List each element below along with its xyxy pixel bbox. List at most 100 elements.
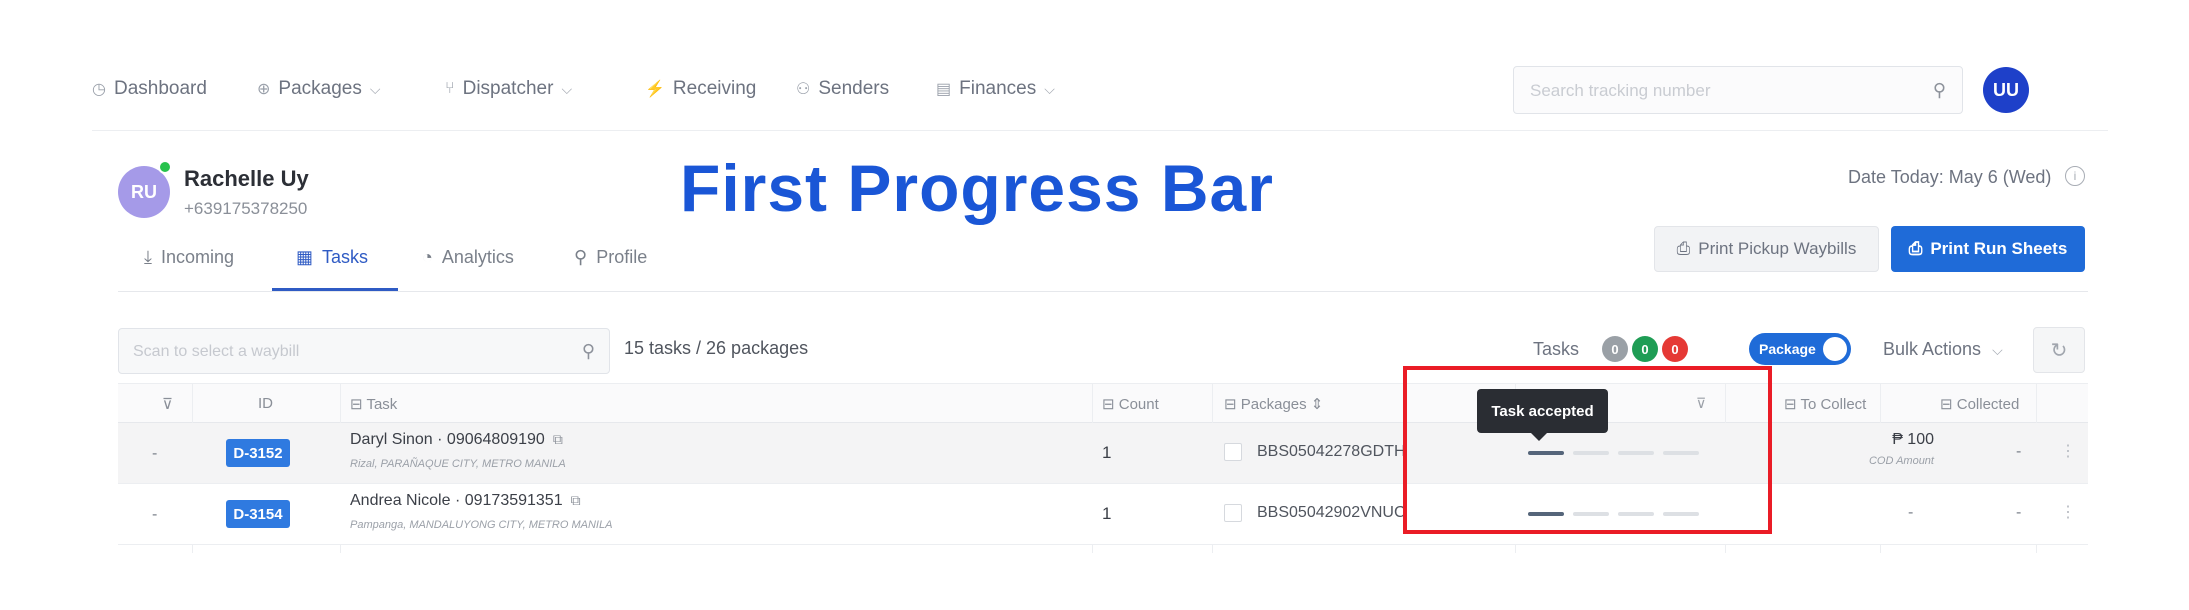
packages-header-label: Packages <box>1240 396 1307 413</box>
status-badge-gray[interactable]: 0 <box>1602 336 1628 362</box>
user-avatar[interactable]: UU <box>1983 67 2029 113</box>
dashboard-icon: ◷ <box>92 81 106 98</box>
refresh-icon: ↻ <box>2050 339 2068 362</box>
to-collect-header-label: To Collect <box>1800 396 1867 413</box>
profile-icon: ⚲ <box>574 247 588 267</box>
nav-packages[interactable]: ⊕ Packages ⌵ <box>257 78 380 100</box>
task-address: Rizal, PARAÑAQUE CITY, METRO MANILA <box>350 458 566 470</box>
search-placeholder: Search tracking number <box>1530 81 1711 100</box>
package-count: 1 <box>1102 443 1112 462</box>
to-collect-cell: ₱ 100 COD Amount <box>1800 431 1934 467</box>
nav-receiving-label: Receiving <box>672 78 757 99</box>
tab-analytics-label: Analytics <box>441 247 514 267</box>
nav-dashboard[interactable]: ◷ Dashboard <box>92 78 207 100</box>
tab-incoming[interactable]: ⤓ Incoming <box>144 247 234 268</box>
column-header-task[interactable]: ⊟ Task <box>350 395 397 413</box>
toggle-label: Package <box>1759 341 1816 357</box>
divider <box>118 291 2088 292</box>
annotation-title: First Progress Bar <box>680 151 1274 225</box>
rider-avatar: RU <box>118 166 170 218</box>
online-status-dot <box>158 160 172 174</box>
package-checkbox[interactable] <box>1224 443 1242 461</box>
nav-receiving[interactable]: ⚡ Receiving <box>645 78 756 100</box>
scan-waybill-input[interactable]: Scan to select a waybill ⚲ <box>118 328 610 374</box>
copy-icon[interactable]: ⧉ <box>553 431 563 447</box>
refresh-button[interactable]: ↻ <box>2033 327 2085 373</box>
task-address: Pampanga, MANDALUYONG CITY, METRO MANILA <box>350 519 613 531</box>
package-view-toggle[interactable]: Package <box>1749 333 1851 365</box>
copy-icon[interactable]: ⧉ <box>571 492 581 508</box>
row-dash: - <box>152 445 158 462</box>
nav-dispatcher[interactable]: ⑂ Dispatcher ⌵ <box>445 78 572 100</box>
filter-icon[interactable]: ⊽ <box>162 395 173 413</box>
task-contact-text: Daryl Sinon · 09064809190 <box>350 431 545 448</box>
column-header-id[interactable]: ID <box>258 395 273 412</box>
tab-profile-label: Profile <box>596 247 648 267</box>
bulk-actions-dropdown[interactable]: Bulk Actions ⌵ <box>1883 339 2003 360</box>
finances-icon: ▤ <box>936 81 952 98</box>
row-dash: - <box>152 506 158 523</box>
info-icon[interactable]: i <box>2065 166 2085 186</box>
print-run-sheets-button[interactable]: ⎙ Print Run Sheets <box>1891 226 2085 272</box>
status-badge-green[interactable]: 0 <box>1632 336 1658 362</box>
dispatcher-icon: ⑂ <box>445 80 455 97</box>
tab-tasks-label: Tasks <box>322 247 369 267</box>
table-header: ⊽ ID ⊟ Task ⊟ Count ⊟ Packages ⇕ ⊟ To Co… <box>118 383 2088 423</box>
scan-placeholder: Scan to select a waybill <box>133 343 300 360</box>
chevron-down-icon: ⌵ <box>369 80 381 97</box>
table-row[interactable]: - D-3152 Daryl Sinon · 09064809190 ⧉ Riza… <box>118 423 2088 484</box>
print-pickup-waybills-button[interactable]: ⎙ Print Pickup Waybills <box>1654 226 1879 272</box>
collected-value: - <box>2016 443 2022 460</box>
print-run-label: Print Run Sheets <box>1930 239 2068 258</box>
top-navigation: ◷ Dashboard ⊕ Packages ⌵ ⑂ Dispatcher ⌵ … <box>0 60 2189 124</box>
task-id-badge[interactable]: D-3154 <box>226 500 290 528</box>
packages-column-icon: ⊟ <box>1224 396 1241 413</box>
analytics-icon: ◔ <box>422 247 433 267</box>
print-pickup-label: Print Pickup Waybills <box>1698 239 1857 258</box>
cod-amount-value: ₱ 100 <box>1892 431 1934 448</box>
nav-senders[interactable]: ⚇ Senders <box>796 78 889 100</box>
tracking-search-input[interactable]: Search tracking number ⚲ <box>1513 66 1963 114</box>
search-icon[interactable]: ⚲ <box>1933 80 1946 101</box>
chevron-down-icon: ⌵ <box>1044 80 1055 97</box>
collected-header-label: Collected <box>1956 396 2020 413</box>
column-header-collected[interactable]: ⊟ Collected <box>1940 395 2019 413</box>
chevron-down-icon: ⌵ <box>1992 342 2003 358</box>
nav-senders-label: Senders <box>818 78 890 99</box>
nav-dashboard-label: Dashboard <box>113 78 207 99</box>
date-today: Date Today: May 6 (Wed) <box>1848 167 2052 187</box>
to-collect-value: - <box>1908 504 1914 521</box>
more-options-icon[interactable]: ⋮ <box>2060 441 2076 461</box>
printer-icon: ⎙ <box>1676 239 1691 258</box>
tab-tasks[interactable]: ▦ Tasks <box>296 247 368 268</box>
nav-packages-label: Packages <box>278 78 362 99</box>
column-header-to-collect[interactable]: ⊟ To Collect <box>1784 395 1866 413</box>
count-column-icon: ⊟ <box>1102 396 1119 413</box>
column-header-count[interactable]: ⊟ Count <box>1102 395 1159 413</box>
search-icon[interactable]: ⚲ <box>582 341 595 362</box>
task-contact: Andrea Nicole · 09173591351 ⧉ <box>350 492 581 510</box>
senders-icon: ⚇ <box>796 81 811 98</box>
task-column-icon: ⊟ <box>350 396 367 413</box>
task-id-badge[interactable]: D-3152 <box>226 439 290 467</box>
package-tracking-number[interactable]: BBS05042902VNUC <box>1257 504 1406 522</box>
sort-icon[interactable]: ⇕ <box>1311 396 1324 413</box>
status-badge-red[interactable]: 0 <box>1662 336 1688 362</box>
tab-profile[interactable]: ⚲ Profile <box>574 247 647 268</box>
rider-name: Rachelle Uy <box>184 166 309 191</box>
package-checkbox[interactable] <box>1224 504 1242 522</box>
nav-finances[interactable]: ▤ Finances ⌵ <box>936 78 1055 100</box>
package-tracking-number[interactable]: BBS05042278GDTH <box>1257 443 1406 461</box>
tasks-icon: ▦ <box>296 247 314 267</box>
annotation-highlight-box <box>1403 366 1772 534</box>
toggle-knob <box>1823 337 1847 361</box>
download-icon: ⤓ <box>144 247 152 267</box>
tab-analytics[interactable]: ◔ Analytics <box>422 247 514 268</box>
more-options-icon[interactable]: ⋮ <box>2060 502 2076 522</box>
tab-incoming-label: Incoming <box>160 247 235 267</box>
printer-icon: ⎙ <box>1908 239 1923 258</box>
receiving-icon: ⚡ <box>645 81 665 98</box>
column-header-packages[interactable]: ⊟ Packages ⇕ <box>1224 395 1323 413</box>
table-row[interactable]: - D-3154 Andrea Nicole · 09173591351 ⧉ Pa… <box>118 484 2088 545</box>
task-header-label: Task <box>366 396 398 413</box>
